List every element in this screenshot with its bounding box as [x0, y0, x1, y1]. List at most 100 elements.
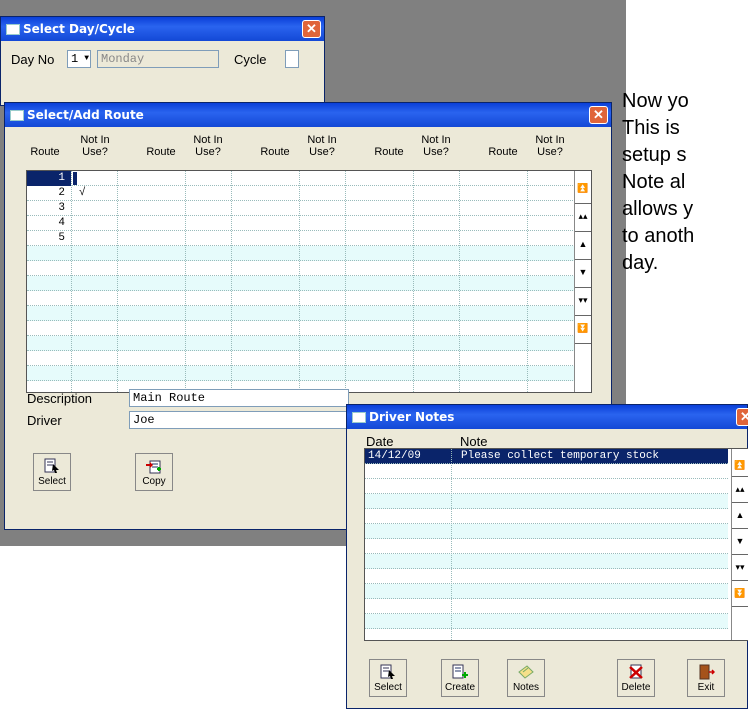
table-row[interactable] [27, 216, 575, 231]
day-no-select[interactable]: 1 ▼ [67, 50, 91, 68]
day-name-field: Monday [97, 50, 219, 68]
route-cell[interactable]: 1 [27, 171, 65, 185]
col-header-not-in-use: Not In Use? [186, 134, 230, 158]
side-text-line: This is [622, 117, 680, 139]
table-row[interactable] [27, 321, 575, 336]
notes-grid[interactable]: 14/12/09 Please collect temporary stock … [364, 448, 748, 641]
scroll-bottom-icon[interactable]: ⏬ [575, 316, 591, 344]
scroll-page-up-icon[interactable]: ▴▴ [575, 204, 591, 232]
table-row[interactable] [365, 524, 728, 539]
table-row[interactable] [27, 276, 575, 291]
table-row[interactable] [365, 584, 728, 599]
day-cycle-title-bar[interactable]: Select Day/Cycle [1, 17, 324, 41]
note-text-cell[interactable]: Please collect temporary stock [461, 449, 659, 463]
col-header-route: Route [488, 146, 518, 158]
window-title: Select Day/Cycle [23, 22, 135, 36]
column-divider [345, 171, 346, 392]
route-cell[interactable]: 3 [27, 201, 65, 215]
header-line: Not In [535, 134, 565, 146]
scroll-page-up-icon[interactable]: ▴▴ [732, 477, 748, 503]
create-icon [452, 664, 468, 679]
table-row[interactable] [27, 261, 575, 276]
table-row[interactable] [365, 479, 728, 494]
table-row[interactable] [27, 291, 575, 306]
exit-button[interactable]: Exit [687, 659, 725, 697]
delete-button-label: Delete [621, 682, 651, 693]
table-row[interactable] [365, 509, 728, 524]
delete-button[interactable]: Delete [617, 659, 655, 697]
table-row[interactable] [27, 336, 575, 351]
select-icon [380, 664, 395, 679]
scroll-down-icon[interactable]: ▼ [575, 260, 591, 288]
scroll-down-icon[interactable]: ▼ [732, 529, 748, 555]
driver-label: Driver [27, 413, 62, 428]
window-icon [10, 110, 24, 121]
select-button[interactable]: Select [33, 453, 71, 491]
column-divider [185, 171, 186, 392]
description-field[interactable]: Main Route [129, 389, 349, 407]
notes-select-button[interactable]: Select [369, 659, 407, 697]
select-button-label: Select [38, 476, 66, 487]
driver-field[interactable]: Joe [129, 411, 349, 429]
scroll-up-icon[interactable]: ▲ [575, 232, 591, 260]
close-icon[interactable]: ✕ [302, 20, 321, 38]
column-divider [231, 171, 232, 392]
day-no-value: 1 [71, 52, 79, 66]
table-row[interactable] [365, 569, 728, 584]
table-row[interactable] [365, 599, 728, 614]
table-row[interactable] [365, 614, 728, 629]
table-row[interactable] [365, 539, 728, 554]
notes-button[interactable]: Notes [507, 659, 545, 697]
window-title: Select/Add Route [27, 108, 144, 122]
table-row[interactable] [365, 494, 728, 509]
scroll-top-icon[interactable]: ⏫ [732, 453, 748, 477]
scroll-page-down-icon[interactable]: ▾▾ [732, 555, 748, 581]
side-text-line: Now yo [622, 90, 689, 112]
table-row[interactable] [27, 366, 575, 381]
create-button[interactable]: Create [441, 659, 479, 697]
table-row[interactable] [365, 629, 728, 640]
route-scrollbar[interactable]: ⏫ ▴▴ ▲ ▼ ▾▾ ⏬ [574, 171, 591, 392]
route-cell[interactable]: 2 [27, 186, 65, 200]
route-cell[interactable]: 4 [27, 216, 65, 230]
col-header-route: Route [260, 146, 290, 158]
col-header-not-in-use: Not In Use? [300, 134, 344, 158]
table-row[interactable] [27, 306, 575, 321]
side-text-line: allows y [622, 198, 694, 220]
note-date-cell[interactable]: 14/12/09 [368, 449, 421, 463]
day-no-label: Day No [11, 52, 55, 67]
header-line: Not In [421, 134, 451, 146]
route-grid[interactable]: 1 2 3 4 5 √ ⏫ ▴▴ ▲ ▼ ▾▾ ⏬ [26, 170, 592, 393]
table-row[interactable] [27, 246, 575, 261]
date-header: Date [366, 434, 394, 449]
scroll-top-icon[interactable]: ⏫ [575, 176, 591, 204]
close-icon[interactable]: ✕ [589, 106, 608, 124]
note-header: Note [460, 434, 488, 449]
close-icon[interactable]: ✕ [736, 408, 748, 426]
table-row[interactable] [365, 554, 728, 569]
table-row[interactable] [27, 351, 575, 366]
copy-button[interactable]: Copy [135, 453, 173, 491]
table-row[interactable] [27, 201, 575, 216]
header-line: Use? [309, 146, 335, 158]
route-title-bar[interactable]: Select/Add Route [5, 103, 611, 127]
scroll-bottom-icon[interactable]: ⏬ [732, 581, 748, 607]
cycle-field[interactable] [285, 50, 299, 68]
route-cell[interactable]: 5 [27, 231, 65, 245]
col-header-route: Route [374, 146, 404, 158]
driver-notes-title-bar[interactable]: Driver Notes [347, 405, 747, 429]
scroll-up-icon[interactable]: ▲ [732, 503, 748, 529]
exit-door-icon [699, 664, 715, 680]
side-text-line: Note al [622, 171, 686, 193]
table-row[interactable] [27, 186, 575, 201]
scroll-page-down-icon[interactable]: ▾▾ [575, 288, 591, 316]
column-divider [451, 449, 452, 640]
table-row[interactable] [27, 231, 575, 246]
notes-scrollbar[interactable]: ⏫ ▴▴ ▲ ▼ ▾▾ ⏬ [731, 449, 748, 640]
copy-button-label: Copy [142, 476, 166, 487]
column-divider [71, 171, 72, 392]
not-in-use-cell[interactable]: √ [79, 186, 86, 200]
table-row[interactable] [27, 171, 575, 186]
table-row[interactable] [365, 464, 728, 479]
header-line: Use? [423, 146, 449, 158]
